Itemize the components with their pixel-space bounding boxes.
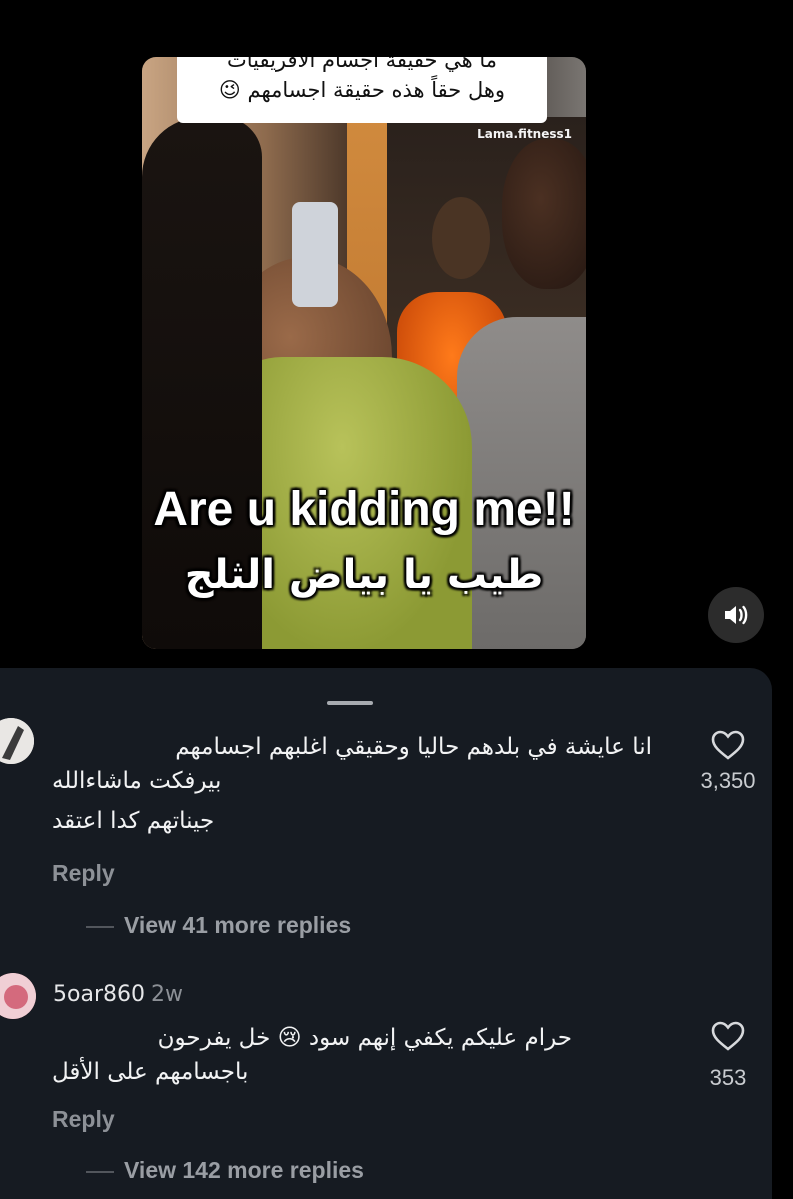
view-more-replies-label: View 142 more replies — [124, 1157, 364, 1183]
comment-text-line: باجسامهم على الأقل — [52, 1059, 249, 1085]
view-more-replies-label: View 41 more replies — [124, 912, 352, 938]
scene-background-woman-head — [432, 197, 490, 279]
avatar[interactable] — [0, 718, 34, 764]
scene-phone — [292, 202, 338, 307]
caption-line-2: وهل حقاً هذه حقيقة اجسامهم 😉 — [218, 78, 506, 102]
avatar-image — [0, 718, 34, 764]
username-text[interactable]: 5oar860 — [53, 982, 145, 1007]
reply-button[interactable]: Reply — [52, 860, 115, 887]
like-button[interactable]: 3,350 — [683, 730, 773, 794]
comment-text-line: بيرفكت ماشاءالله — [52, 768, 222, 794]
sheet-drag-handle[interactable] — [327, 701, 373, 705]
scene-man-head — [502, 139, 586, 289]
comments-sheet[interactable]: انا عايشة في بلدهم حاليا وحقيقي اغلبهم ا… — [0, 668, 772, 1199]
view-more-replies-button[interactable]: View 142 more replies — [86, 1157, 364, 1184]
like-count: 3,350 — [700, 768, 756, 793]
video-area[interactable]: ما هي حقيقة اجسام الافريقيات وهل حقاً هذ… — [0, 0, 793, 670]
comment-text: انا عايشة في بلدهم حاليا وحقيقي اغلبهم ا… — [52, 730, 652, 838]
heart-icon — [711, 1021, 745, 1051]
comment-text-line: جيناتهم كدا اعتقد — [52, 808, 215, 834]
like-count: 353 — [709, 1065, 747, 1090]
avatar-image — [0, 973, 36, 1019]
comment-text: حرام عليكم يكفي إنهم سود 😢 خل يفرحون باج… — [52, 1021, 572, 1089]
comment-timestamp: 2w — [150, 982, 183, 1007]
like-button[interactable]: 353 — [683, 1021, 773, 1091]
video-caption-banner: ما هي حقيقة اجسام الافريقيات وهل حقاً هذ… — [177, 57, 547, 123]
comment-text-line: حرام عليكم يكفي إنهم سود 😢 خل يفرحون — [157, 1025, 572, 1051]
sound-toggle-button[interactable] — [708, 587, 764, 643]
divider — [86, 1170, 114, 1173]
comment-text-line: انا عايشة في بلدهم حاليا وحقيقي اغلبهم ا… — [175, 734, 652, 760]
view-more-replies-button[interactable]: View 41 more replies — [86, 912, 351, 939]
video-watermark: Lama.fitness1 — [477, 127, 572, 141]
caption-line-1: ما هي حقيقة اجسام الافريقيات — [226, 57, 498, 72]
divider — [86, 925, 114, 928]
heart-icon — [711, 730, 745, 760]
comment-username[interactable]: 5oar860 2w — [53, 982, 183, 1007]
overlay-english-text: Are u kidding me!! — [153, 483, 575, 536]
avatar[interactable] — [0, 973, 36, 1019]
reply-button[interactable]: Reply — [52, 1106, 115, 1133]
speaker-icon — [725, 605, 748, 625]
overlay-arabic-text: طيب يا بياض الثلج — [184, 552, 544, 598]
